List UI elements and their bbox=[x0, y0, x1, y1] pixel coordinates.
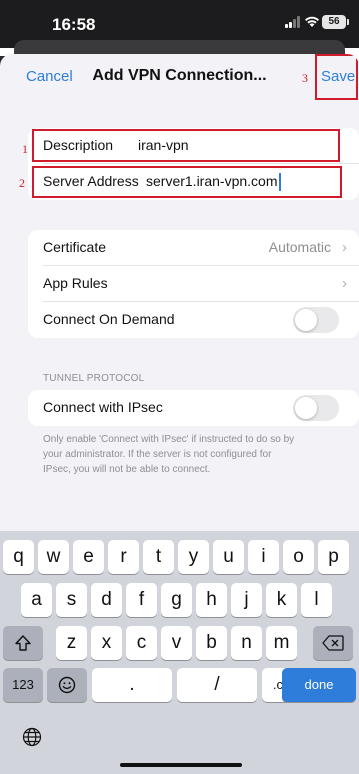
battery-icon: 56 bbox=[322, 15, 349, 29]
key-x[interactable]: x bbox=[91, 626, 122, 660]
connect-on-demand-label: Connect On Demand bbox=[43, 311, 175, 327]
app-rules-label: App Rules bbox=[43, 275, 108, 291]
annotation-box-save bbox=[315, 54, 358, 100]
key-u[interactable]: u bbox=[213, 540, 244, 574]
shift-icon bbox=[15, 635, 31, 651]
annotation-number-2: 2 bbox=[19, 176, 25, 190]
annotation-box-description bbox=[32, 129, 340, 162]
period-key[interactable]: . bbox=[92, 668, 172, 702]
numbers-key[interactable]: 123 bbox=[3, 668, 43, 702]
certificate-label: Certificate bbox=[43, 239, 107, 255]
key-w[interactable]: w bbox=[38, 540, 69, 574]
key-f[interactable]: f bbox=[126, 583, 157, 617]
annotation-number-3: 3 bbox=[302, 71, 308, 85]
key-b[interactable]: b bbox=[196, 626, 227, 660]
key-c[interactable]: c bbox=[126, 626, 157, 660]
slash-key[interactable]: / bbox=[177, 668, 257, 702]
delete-key[interactable] bbox=[313, 626, 353, 660]
key-y[interactable]: y bbox=[178, 540, 209, 574]
keyboard: q w e r t y u i o p a s d f g h j k l z … bbox=[0, 531, 359, 774]
footnote-line: Only enable 'Connect with IPsec' if inst… bbox=[43, 434, 295, 445]
app-rules-row[interactable]: App Rules › bbox=[28, 266, 359, 302]
toggle-knob bbox=[295, 309, 317, 331]
connect-with-ipsec-row: Connect with IPsec bbox=[28, 390, 359, 426]
globe-icon[interactable] bbox=[22, 727, 42, 752]
key-g[interactable]: g bbox=[161, 583, 192, 617]
chevron-right-icon: › bbox=[342, 239, 347, 256]
delete-icon bbox=[322, 635, 344, 651]
home-indicator bbox=[120, 763, 242, 767]
key-q[interactable]: q bbox=[3, 540, 34, 574]
emoji-key[interactable] bbox=[47, 668, 87, 702]
connect-on-demand-row: Connect On Demand bbox=[28, 302, 359, 338]
key-r[interactable]: r bbox=[108, 540, 139, 574]
annotation-number-1: 1 bbox=[22, 142, 28, 156]
connect-with-ipsec-toggle[interactable] bbox=[293, 395, 339, 421]
emoji-icon bbox=[58, 676, 76, 694]
certificate-value: Automatic bbox=[268, 239, 331, 255]
ipsec-footnote: Only enable 'Connect with IPsec' if inst… bbox=[43, 432, 343, 477]
key-h[interactable]: h bbox=[196, 583, 227, 617]
key-i[interactable]: i bbox=[248, 540, 279, 574]
wifi-icon bbox=[304, 14, 320, 33]
signal-icon bbox=[285, 16, 301, 28]
key-t[interactable]: t bbox=[143, 540, 174, 574]
connect-on-demand-toggle[interactable] bbox=[293, 307, 339, 333]
annotation-box-server-address bbox=[32, 166, 342, 198]
certificate-row[interactable]: Certificate Automatic › bbox=[28, 230, 359, 266]
key-j[interactable]: j bbox=[231, 583, 262, 617]
key-v[interactable]: v bbox=[161, 626, 192, 660]
key-d[interactable]: d bbox=[91, 583, 122, 617]
key-n[interactable]: n bbox=[231, 626, 262, 660]
key-o[interactable]: o bbox=[283, 540, 314, 574]
chevron-right-icon: › bbox=[342, 275, 347, 292]
key-e[interactable]: e bbox=[73, 540, 104, 574]
connect-with-ipsec-label: Connect with IPsec bbox=[43, 399, 163, 415]
key-z[interactable]: z bbox=[56, 626, 87, 660]
navigation-bar: Cancel Add VPN Connection... 3 Save bbox=[0, 54, 359, 100]
key-a[interactable]: a bbox=[21, 583, 52, 617]
settings-group: Certificate Automatic › App Rules › Conn… bbox=[28, 230, 359, 338]
key-m[interactable]: m bbox=[266, 626, 297, 660]
shift-key[interactable] bbox=[3, 626, 43, 660]
footnote-line: your administrator. If the server is not… bbox=[43, 449, 272, 460]
key-s[interactable]: s bbox=[56, 583, 87, 617]
status-time: 16:58 bbox=[52, 15, 96, 34]
toggle-knob bbox=[295, 397, 317, 419]
tunnel-group: Connect with IPsec bbox=[28, 390, 359, 426]
key-p[interactable]: p bbox=[318, 540, 349, 574]
footnote-line: IPsec, you will not be able to connect. bbox=[43, 464, 211, 475]
key-k[interactable]: k bbox=[266, 583, 297, 617]
done-key[interactable]: done bbox=[282, 668, 356, 702]
key-l[interactable]: l bbox=[301, 583, 332, 617]
tunnel-protocol-header: TUNNEL PROTOCOL bbox=[43, 373, 145, 384]
